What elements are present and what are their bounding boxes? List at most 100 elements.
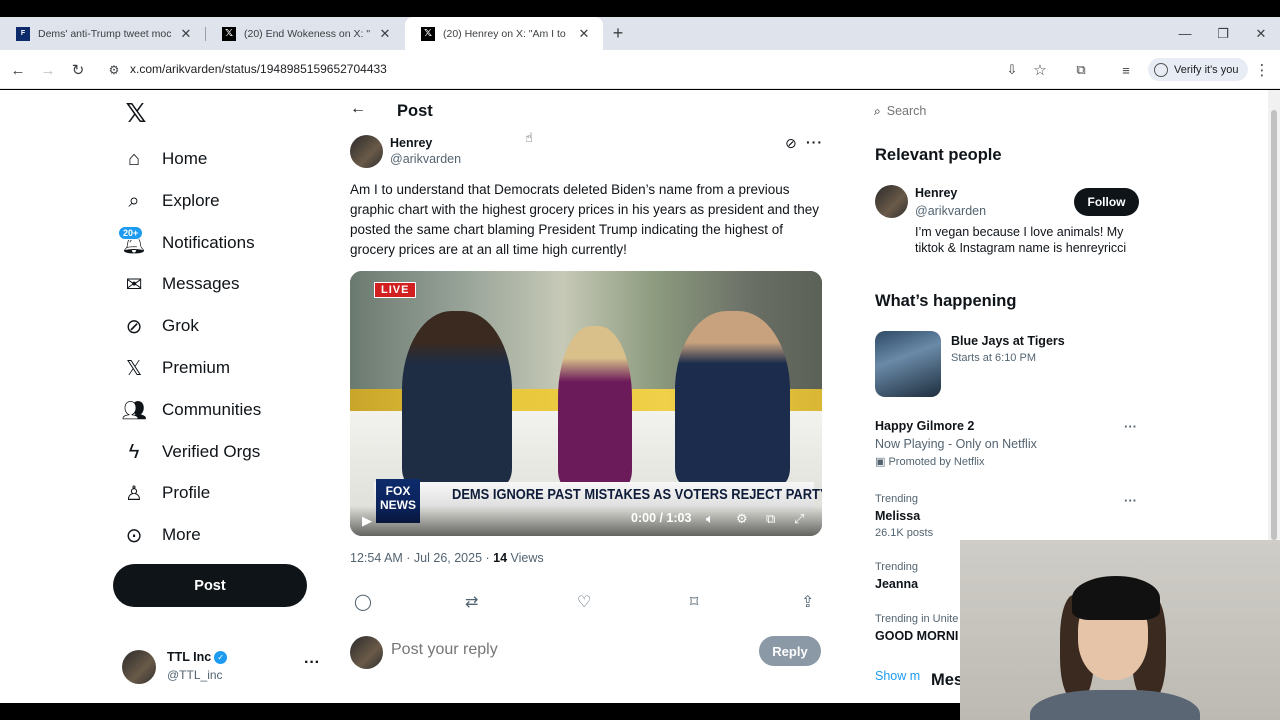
- scroll-thumb[interactable]: [1271, 110, 1277, 540]
- sidebar-item-explore[interactable]: ⌕ Explore: [122, 183, 219, 219]
- sidebar-item-home[interactable]: ⌂ Home: [122, 141, 207, 177]
- trend-item[interactable]: Trending Jeanna: [875, 561, 918, 591]
- author-name[interactable]: Henrey: [390, 136, 432, 150]
- search-box[interactable]: ⌕: [866, 97, 1152, 125]
- like-heart-icon[interactable]: ♡: [577, 592, 591, 612]
- share-icon[interactable]: ⇪: [801, 592, 814, 612]
- back-arrow-icon[interactable]: ←: [350, 100, 366, 118]
- x-logo-icon[interactable]: 𝕏: [123, 98, 149, 128]
- site-info-icon[interactable]: ⚙: [102, 58, 126, 82]
- relevant-handle[interactable]: @arikvarden: [915, 204, 986, 218]
- verified-badge-icon: ✓: [214, 650, 228, 664]
- sidebar-item-messages[interactable]: ✉ Messages: [122, 266, 240, 302]
- more-circle-icon: ⊙: [125, 524, 143, 547]
- url-field[interactable]: x.com/arikvarden/status/1948985159652704…: [130, 62, 387, 76]
- forward-button[interactable]: →: [36, 58, 60, 82]
- settings-gear-icon[interactable]: ⚙: [736, 511, 748, 527]
- event-subtitle: Starts at 6:10 PM: [951, 352, 1036, 364]
- notification-badge: 20+: [118, 226, 144, 240]
- more-dots-icon[interactable]: ···: [806, 134, 823, 150]
- sidebar-item-profile[interactable]: ♙ Profile: [122, 475, 210, 511]
- anchor-center: [558, 326, 632, 486]
- retweet-icon[interactable]: ⇄: [465, 592, 478, 612]
- more-dots-icon[interactable]: ···: [1124, 419, 1137, 434]
- trend-item[interactable]: Trending Melissa 26.1K posts: [875, 493, 933, 539]
- reply-button[interactable]: Reply: [759, 636, 821, 666]
- tweet-timestamp[interactable]: 12:54 AM · Jul 26, 2025 ·: [350, 551, 490, 565]
- sidebar-item-grok[interactable]: ⊘ Grok: [122, 308, 199, 344]
- more-dots-icon[interactable]: ···: [304, 654, 320, 672]
- event-title[interactable]: Blue Jays at Tigers: [951, 334, 1065, 348]
- trend-name: GOOD MORNI: [875, 629, 959, 643]
- tab-end-wokeness[interactable]: 𝕏 (20) End Wokeness on X: "HAH ✕: [206, 17, 404, 50]
- reply-icon[interactable]: ◯: [354, 592, 372, 612]
- home-icon: ⌂: [127, 147, 141, 170]
- promo-item[interactable]: Happy Gilmore 2 Now Playing - Only on Ne…: [875, 419, 1037, 468]
- new-tab-button[interactable]: +: [608, 17, 628, 50]
- more-dots-icon[interactable]: ···: [1124, 493, 1137, 508]
- fullscreen-icon[interactable]: ⤢: [794, 511, 804, 527]
- relevant-name[interactable]: Henrey: [915, 186, 957, 200]
- live-badge: LIVE: [374, 282, 417, 298]
- reload-button[interactable]: ↻: [66, 58, 90, 82]
- sidebar-item-verified-orgs[interactable]: ϟ Verified Orgs: [122, 434, 261, 470]
- minimize-button[interactable]: —: [1166, 17, 1204, 50]
- x-icon: 𝕏: [222, 26, 236, 41]
- author-avatar[interactable]: [350, 135, 383, 168]
- relevant-avatar[interactable]: [875, 185, 908, 218]
- trend-item[interactable]: Trending in Unite GOOD MORNI: [875, 613, 958, 643]
- post-button[interactable]: Post: [113, 564, 307, 607]
- video-player[interactable]: LIVE DEMS IGNORE PAST MISTAKES AS VOTERS…: [350, 271, 822, 536]
- follow-button[interactable]: Follow: [1074, 188, 1139, 216]
- restore-button[interactable]: ❐: [1204, 17, 1242, 50]
- bookmark-star-icon[interactable]: ☆: [1028, 58, 1052, 82]
- sidebar-item-more[interactable]: ⊙ More: [122, 517, 201, 553]
- trend-name: Melissa: [875, 509, 921, 523]
- hand-cursor-icon: ☝: [525, 130, 533, 145]
- author-handle[interactable]: @arikvarden: [390, 152, 461, 166]
- views-label: Views: [510, 551, 544, 565]
- search-icon: ⌕: [128, 189, 140, 212]
- back-button[interactable]: ←: [6, 58, 30, 82]
- screen-top-bar: [0, 0, 1280, 17]
- search-icon: ⌕: [874, 103, 881, 118]
- sidebar-item-premium[interactable]: 𝕏 Premium: [122, 350, 230, 386]
- people-icon: 👥︎: [121, 399, 147, 422]
- close-window-button[interactable]: ✕: [1242, 17, 1280, 50]
- event-thumbnail[interactable]: [875, 331, 941, 397]
- pip-icon[interactable]: ⧉: [766, 511, 775, 527]
- chyron-text: DEMS IGNORE PAST MISTAKES AS VOTERS REJE…: [452, 486, 822, 503]
- account-switcher[interactable]: TTL Inc ✓ @TTL_inc ···: [122, 648, 322, 684]
- volume-icon[interactable]: 🔈︎: [706, 511, 714, 527]
- reply-input[interactable]: [391, 641, 751, 659]
- address-bar-row: ← → ↻ ⚙ x.com/arikvarden/status/19489851…: [0, 50, 1280, 89]
- screenshot-icon[interactable]: ⧉: [1069, 58, 1093, 82]
- grok-icon: ⊘: [125, 315, 143, 338]
- whats-happening-heading: What’s happening: [875, 292, 1017, 310]
- install-icon[interactable]: ⇩: [1000, 58, 1024, 82]
- show-more-link[interactable]: Show m: [875, 669, 920, 683]
- messages-drawer-title[interactable]: Mes: [931, 671, 963, 690]
- anchor-left: [402, 311, 512, 486]
- media-controls-icon[interactable]: ≡: [1114, 58, 1138, 82]
- close-icon[interactable]: ✕: [577, 26, 591, 42]
- reply-avatar: [350, 636, 383, 669]
- close-icon[interactable]: ✕: [378, 26, 392, 42]
- close-icon[interactable]: ✕: [179, 26, 193, 42]
- tab-henrey-post[interactable]: 𝕏 (20) Henrey on X: "Am I to und ✕: [405, 17, 603, 50]
- account-handle: @TTL_inc: [167, 668, 223, 682]
- mail-icon: ✉: [125, 273, 143, 296]
- profile-verify-button[interactable]: Verify it's you: [1148, 58, 1249, 81]
- play-icon[interactable]: ▶: [362, 513, 372, 529]
- browser-menu-icon[interactable]: ⋮: [1250, 58, 1274, 82]
- anchor-right: [675, 311, 790, 486]
- tweet-text: Am I to understand that Democrats delete…: [350, 182, 819, 257]
- relevant-people-heading: Relevant people: [875, 146, 1002, 164]
- search-input[interactable]: [886, 104, 1127, 118]
- bookmark-icon[interactable]: ⌑: [690, 592, 698, 612]
- grok-icon[interactable]: ⊘: [785, 135, 797, 152]
- sidebar-item-communities[interactable]: 👥︎ Communities: [121, 392, 261, 428]
- views-count: 14: [493, 551, 508, 565]
- lightning-icon: ϟ: [128, 440, 140, 463]
- tab-fox-article[interactable]: F Dems' anti-Trump tweet mocke ✕: [0, 17, 205, 50]
